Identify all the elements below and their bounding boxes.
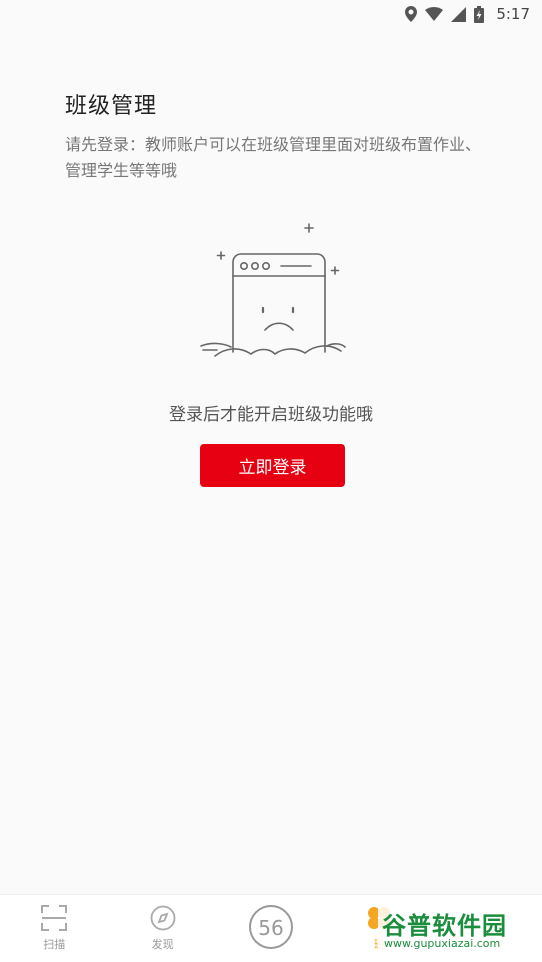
battery-charging-icon <box>474 5 485 23</box>
login-now-button[interactable]: 立即登录 <box>200 444 345 487</box>
compass-icon <box>150 905 176 934</box>
watermark-title: 谷普软件园 <box>382 912 507 940</box>
status-bar: 5:17 <box>0 0 542 28</box>
page-description: 请先登录：教师账户可以在班级管理里面对班级布置作业、管理学生等等哦 <box>65 135 482 180</box>
scan-icon <box>41 905 68 934</box>
wifi-icon <box>425 7 444 21</box>
svg-text:56: 56 <box>258 916 283 940</box>
nav-item-discover[interactable]: 发现 <box>108 895 216 962</box>
nav-item-scan[interactable]: 扫描 <box>0 895 108 962</box>
signal-icon <box>451 6 467 22</box>
page-title: 班级管理 <box>65 94 158 119</box>
location-icon <box>405 6 418 22</box>
sad-browser-window-illustration <box>195 222 350 372</box>
watermark-url: www.gupuxiazai.com <box>384 937 501 950</box>
nav-label-scan: 扫描 <box>43 938 66 951</box>
watermark: 谷普软件园 www.gupuxiazai.com <box>378 904 540 956</box>
nav-item-home[interactable]: 56 <box>217 895 325 962</box>
empty-state-message: 登录后才能开启班级功能哦 <box>169 405 373 425</box>
status-time: 5:17 <box>496 5 530 23</box>
56-logo-icon: 56 <box>248 904 294 953</box>
nav-label-discover: 发现 <box>151 938 174 951</box>
